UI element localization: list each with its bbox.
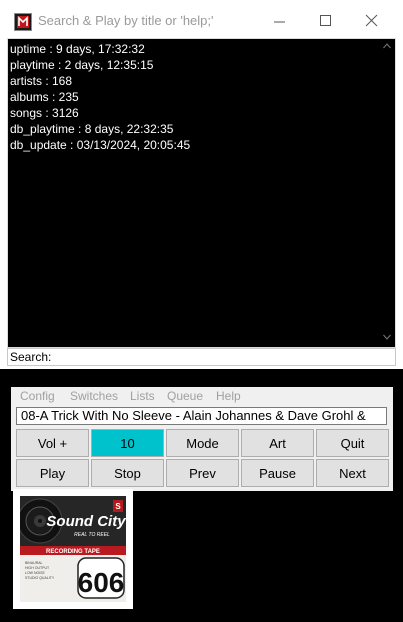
- window-title: Search & Play by title or 'help;': [38, 13, 214, 28]
- search-label: Search:: [10, 350, 52, 364]
- scroll-up-icon[interactable]: [383, 43, 391, 49]
- mode-button[interactable]: Mode: [166, 429, 239, 457]
- album-band: RECORDING TAPE: [46, 549, 100, 555]
- menu-config[interactable]: Config: [20, 389, 55, 403]
- menu-queue[interactable]: Queue: [167, 389, 203, 403]
- search-bar: Search:: [7, 348, 396, 366]
- album-cover-image: S Sound City REAL TO REEL RECORDING TAPE…: [20, 496, 126, 602]
- output-line: db_playtime : 8 days, 22:32:35: [10, 122, 174, 136]
- title-bar[interactable]: Search & Play by title or 'help;': [0, 0, 403, 40]
- scroll-down-icon[interactable]: [383, 334, 391, 340]
- menu-switches[interactable]: Switches: [70, 389, 118, 403]
- album-number: 606: [78, 567, 125, 598]
- output-line: albums : 235: [10, 90, 79, 104]
- player-window: Config Switches Lists Queue Help 08-A Tr…: [11, 387, 393, 491]
- quit-button[interactable]: Quit: [316, 429, 389, 457]
- search-input[interactable]: [54, 349, 392, 364]
- output-lines: uptime : 9 days, 17:32:32 playtime : 2 d…: [10, 41, 375, 153]
- maximize-icon: [320, 15, 331, 26]
- output-console[interactable]: uptime : 9 days, 17:32:32 playtime : 2 d…: [7, 38, 396, 348]
- output-line: artists : 168: [10, 74, 73, 88]
- volume-level-button[interactable]: 10: [91, 429, 164, 457]
- album-art[interactable]: S Sound City REAL TO REEL RECORDING TAPE…: [13, 489, 133, 609]
- output-line: playtime : 2 days, 12:35:15: [10, 58, 154, 72]
- fine-print-2: HIGH OUTPUT: [25, 566, 50, 570]
- fine-print-1: BINAURAL: [25, 561, 43, 565]
- vertical-scrollbar[interactable]: [379, 39, 395, 347]
- album-title: Sound City: [46, 513, 126, 530]
- close-icon: [365, 14, 378, 27]
- stop-button[interactable]: Stop: [91, 459, 164, 487]
- next-button[interactable]: Next: [316, 459, 389, 487]
- maximize-button[interactable]: [311, 8, 341, 34]
- art-button[interactable]: Art: [241, 429, 314, 457]
- album-subtitle: REAL TO REEL: [74, 532, 110, 538]
- fine-print-3: LOW NOISE: [25, 571, 46, 575]
- output-line: db_update : 03/13/2024, 20:05:45: [10, 138, 191, 152]
- search-window: Search & Play by title or 'help;' uptime…: [0, 0, 403, 369]
- menu-help[interactable]: Help: [216, 389, 241, 403]
- close-button[interactable]: [357, 8, 387, 34]
- pause-button[interactable]: Pause: [241, 459, 314, 487]
- menu-bar: Config Switches Lists Queue Help: [11, 387, 393, 405]
- minimize-button[interactable]: [265, 8, 295, 34]
- now-playing-field[interactable]: 08-A Trick With No Sleeve - Alain Johann…: [16, 407, 387, 425]
- minimize-icon: [274, 21, 285, 23]
- fine-print-4: STUDIO QUALITY: [25, 576, 55, 580]
- output-line: songs : 3126: [10, 106, 79, 120]
- volume-up-button[interactable]: Vol +: [16, 429, 89, 457]
- prev-button[interactable]: Prev: [166, 459, 239, 487]
- app-logo-icon: [14, 13, 32, 31]
- menu-lists[interactable]: Lists: [130, 389, 155, 403]
- output-line: uptime : 9 days, 17:32:32: [10, 42, 145, 56]
- label-letter: S: [115, 502, 121, 511]
- play-button[interactable]: Play: [16, 459, 89, 487]
